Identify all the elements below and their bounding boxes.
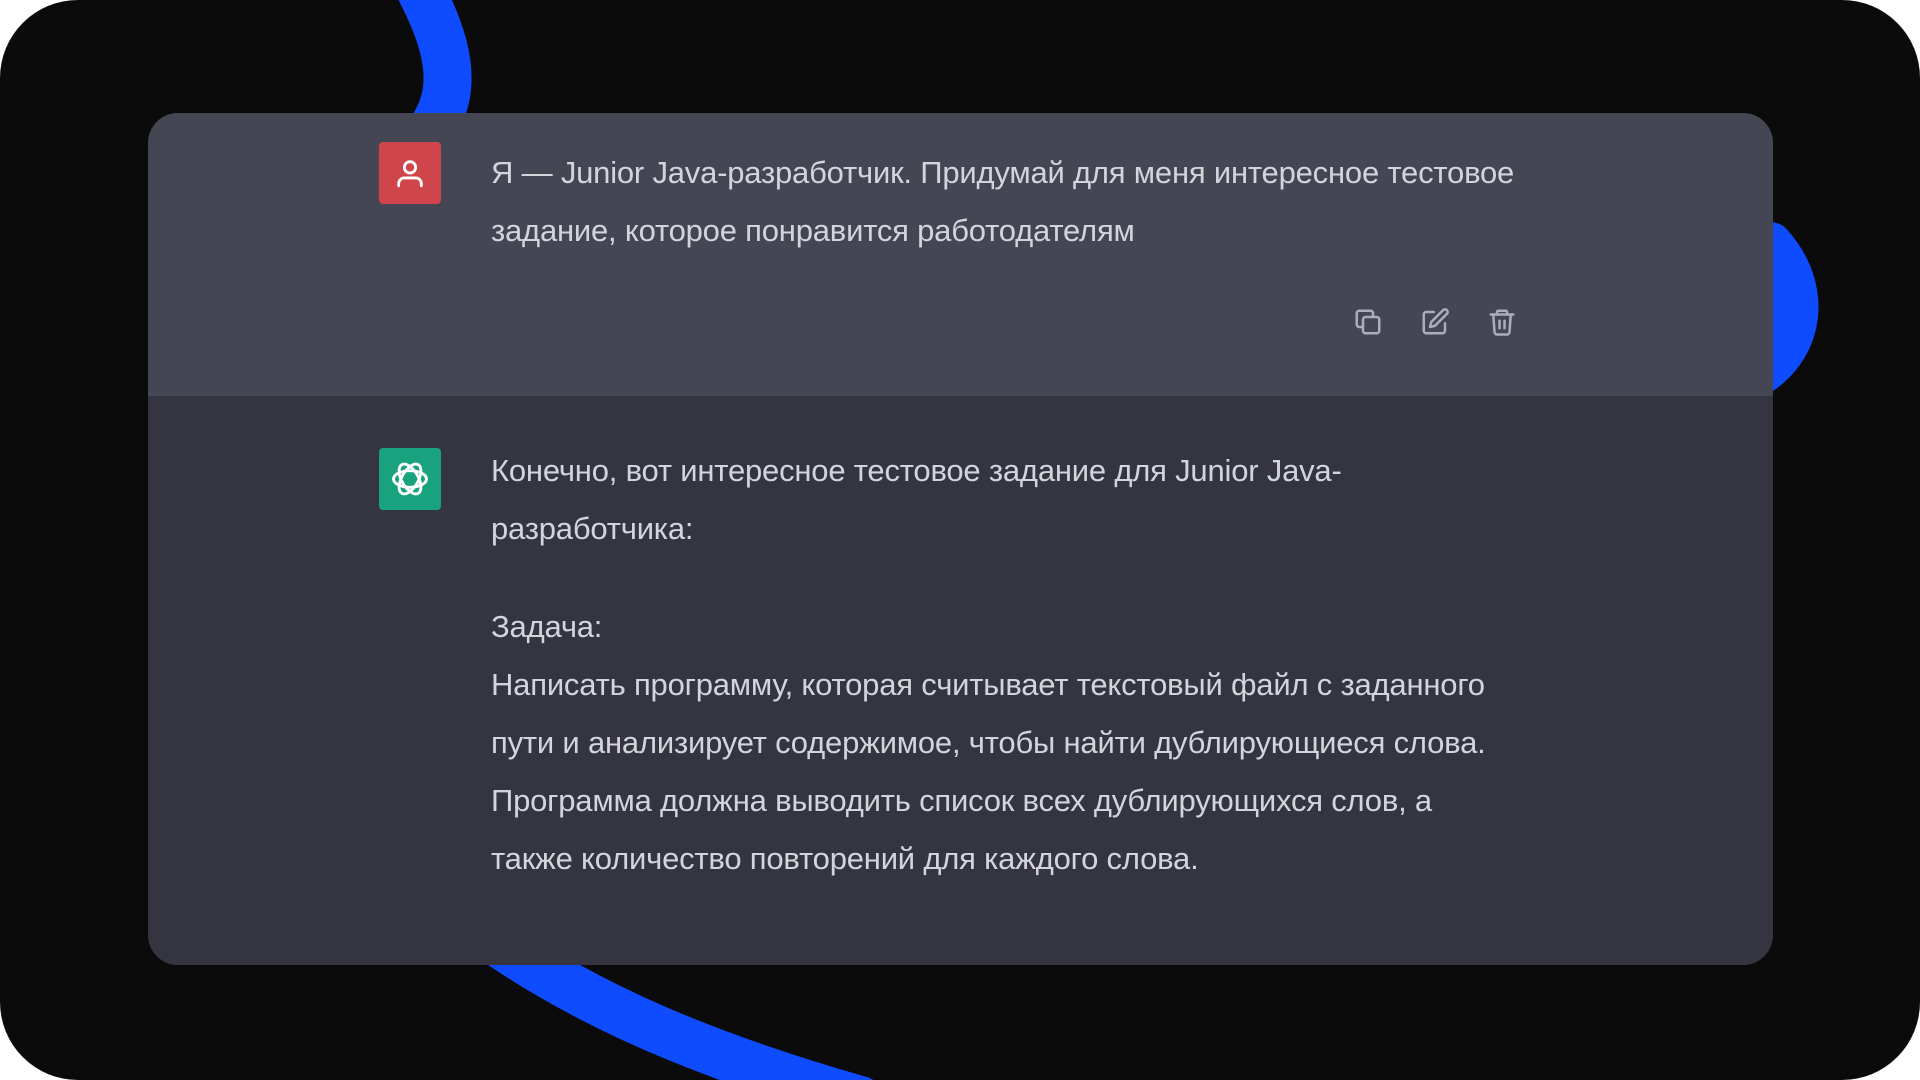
trash-icon bbox=[1489, 309, 1515, 336]
edit-button[interactable] bbox=[1419, 306, 1451, 338]
message-actions bbox=[1352, 306, 1518, 338]
user-icon bbox=[397, 160, 423, 188]
user-message-text: Я — Junior Java-разработчик. Придумай дл… bbox=[491, 144, 1521, 260]
user-avatar bbox=[379, 142, 441, 204]
openai-logo-icon bbox=[392, 462, 428, 496]
task-description: Написать программу, которая считывает те… bbox=[491, 667, 1486, 876]
delete-button[interactable] bbox=[1486, 306, 1518, 338]
copy-button[interactable] bbox=[1352, 306, 1384, 338]
screenshot-frame: Я — Junior Java-разработчик. Придумай дл… bbox=[0, 0, 1920, 1080]
edit-icon bbox=[1422, 308, 1449, 335]
chat-conversation: Я — Junior Java-разработчик. Придумай дл… bbox=[148, 113, 1773, 965]
copy-icon bbox=[1355, 309, 1381, 335]
task-label: Задача: bbox=[491, 609, 603, 644]
user-message: Я — Junior Java-разработчик. Придумай дл… bbox=[148, 113, 1773, 396]
user-message-paragraph: Я — Junior Java-разработчик. Придумай дл… bbox=[491, 155, 1515, 248]
assistant-message-text: Конечно, вот интересное тестовое задание… bbox=[491, 442, 1521, 888]
assistant-avatar bbox=[379, 448, 441, 510]
assistant-message: Конечно, вот интересное тестовое задание… bbox=[148, 396, 1773, 965]
assistant-intro-paragraph: Конечно, вот интересное тестовое задание… bbox=[491, 453, 1342, 546]
